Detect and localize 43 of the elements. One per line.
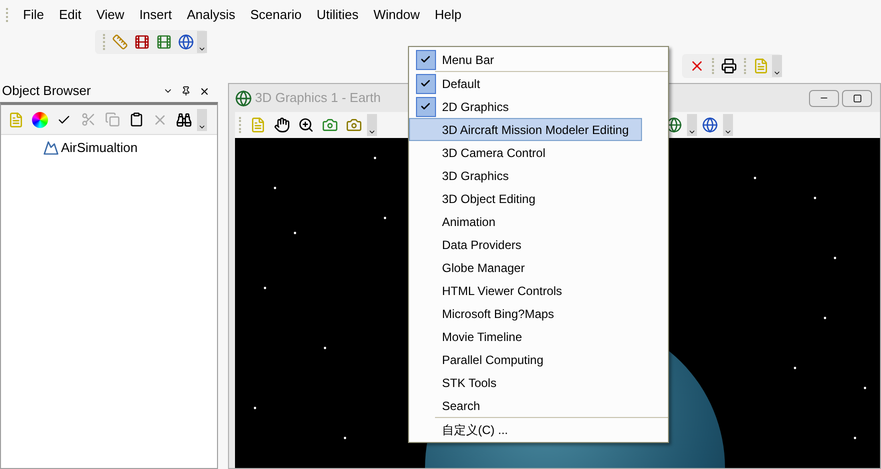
toolbar-toggle-item[interactable]: Data Providers (409, 233, 642, 256)
toolbar-overflow-button[interactable] (197, 108, 207, 130)
caret-icon (724, 128, 732, 136)
main-menu-entry[interactable]: Insert (139, 5, 172, 25)
toolbar-overflow-button[interactable] (772, 55, 782, 77)
main-menu-entry[interactable]: Utilities (316, 5, 358, 25)
caret-icon (368, 128, 376, 136)
caret-icon (198, 45, 206, 53)
toolbar-toggle-item[interactable]: Globe Manager (409, 256, 642, 279)
toolbar-overflow-button[interactable] (723, 114, 733, 136)
caret-icon (773, 69, 781, 77)
toolbar-toggle-item[interactable]: Menu Bar (409, 48, 668, 71)
toolbar-toggle-item[interactable]: 3D Camera Control (409, 141, 642, 164)
toolbar-toggle-item[interactable]: 3D Graphics (409, 164, 642, 187)
globe-icon (235, 90, 252, 106)
caret-icon (688, 128, 696, 136)
toolbar-toggle-item[interactable]: Parallel Computing (409, 348, 642, 371)
main-menu-entry[interactable]: Window (373, 5, 420, 25)
main-menu-entry[interactable]: Edit (58, 5, 82, 25)
restore-icon (852, 94, 862, 102)
toolbar-toggle-item[interactable]: Microsoft Bing?Maps (409, 302, 642, 325)
panel-title: Object Browser (2, 82, 92, 100)
toolbar-toggle-item[interactable]: Animation (409, 210, 642, 233)
toolbar-toggle-item[interactable]: Default (409, 72, 642, 95)
toolbar-toggle-item[interactable]: 自定义(C) ... (409, 418, 642, 441)
scenario-icon (43, 140, 59, 156)
main-menu-entry[interactable]: Scenario (250, 5, 302, 25)
toolbar-toggle-item[interactable]: 2D Graphics (409, 95, 642, 118)
toolbar-overflow-button[interactable] (367, 114, 377, 136)
toolbar-toggle-item[interactable]: STK Tools (409, 371, 642, 394)
main-menu-entry[interactable]: Analysis (186, 5, 236, 25)
main-menu-entry[interactable]: File (23, 5, 44, 25)
main-menu-entry[interactable]: Help (434, 5, 462, 25)
toolbar-toggle-item[interactable]: Search (409, 394, 642, 417)
main-menu-entry[interactable]: View (96, 5, 124, 25)
restore-button[interactable] (842, 90, 872, 106)
window-title: 3D Graphics 1 - Earth (255, 89, 381, 108)
toolbar-toggle-item[interactable]: Movie Timeline (409, 325, 642, 348)
toolbar-overflow-button[interactable] (197, 31, 207, 53)
toolbar-toggle-item[interactable]: HTML Viewer Controls (409, 279, 642, 302)
toolbar-toggle-item[interactable]: 3D Aircraft Mission Modeler Editing (409, 118, 642, 141)
tree-item[interactable]: AirSimualtion (61, 138, 138, 158)
toolbar-toggle-item[interactable]: 3D Object Editing (409, 187, 642, 210)
